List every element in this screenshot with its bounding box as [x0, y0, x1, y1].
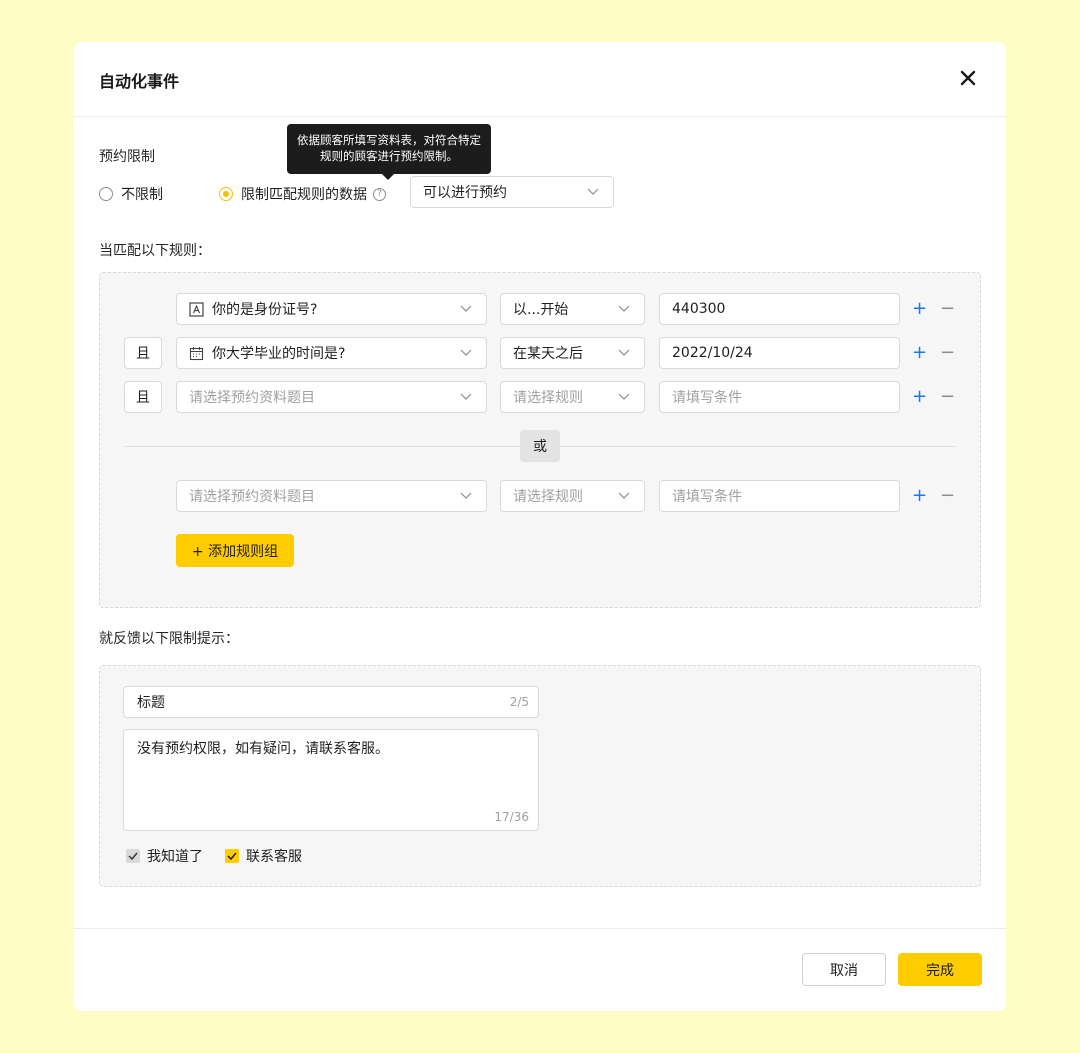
or-connector[interactable]: 或	[520, 430, 560, 462]
question-select-group2[interactable]: 请选择预约资料题目	[176, 480, 487, 512]
chevron-down-icon	[618, 393, 630, 400]
help-tooltip: 依据顾客所填写资料表，对符合特定规则的顾客进行预约限制。	[287, 124, 491, 180]
question-value-1: 你的是身份证号?	[212, 302, 318, 318]
rules-label: 当匹配以下规则：	[99, 243, 211, 259]
add-row-button[interactable]: +	[912, 388, 927, 406]
condition-placeholder-group2: 请填写条件	[672, 489, 742, 505]
condition-value-2: 2022/10/24	[672, 345, 753, 361]
checkbox-i-know-label: 我知道了	[147, 849, 203, 865]
feedback-buttons-options: 我知道了 联系客服	[126, 846, 324, 866]
add-row-button[interactable]: +	[912, 344, 927, 362]
rule-placeholder-group2: 请选择规则	[513, 489, 583, 505]
rule-select-1[interactable]: 以...开始	[500, 293, 645, 325]
condition-input-1[interactable]: 440300	[659, 293, 900, 325]
radio-unlimited[interactable]: 不限制	[99, 184, 163, 204]
question-select-3[interactable]: 请选择预约资料题目	[176, 381, 487, 413]
checkmark-icon	[227, 852, 237, 860]
feedback-title-input[interactable]: 标题 2/5	[123, 686, 539, 718]
rule-value-1: 以...开始	[513, 302, 569, 318]
add-row-button[interactable]: +	[912, 300, 927, 318]
feedback-message-value: 没有预约权限，如有疑问，请联系客服。	[137, 741, 389, 757]
checkbox-contact-service[interactable]: 联系客服	[225, 846, 302, 866]
chevron-down-icon	[460, 349, 472, 356]
chevron-down-icon	[618, 492, 630, 499]
done-button[interactable]: 完成	[898, 953, 982, 986]
rule-value-2: 在某天之后	[513, 346, 583, 362]
and-connector[interactable]: 且	[124, 337, 162, 369]
condition-value-1: 440300	[672, 301, 726, 317]
feedback-title-value: 标题	[137, 695, 165, 711]
chevron-down-icon	[460, 492, 472, 499]
close-icon[interactable]	[956, 66, 980, 90]
add-rule-group-button[interactable]: + 添加规则组	[176, 534, 294, 567]
rule-select-group2[interactable]: 请选择规则	[500, 480, 645, 512]
rule-select-3[interactable]: 请选择规则	[500, 381, 645, 413]
checkbox-contact-service-box[interactable]	[225, 849, 239, 863]
booking-action-value: 可以进行预约	[423, 185, 507, 201]
chevron-down-icon	[460, 305, 472, 312]
remove-row-button[interactable]: −	[940, 300, 955, 318]
rule-placeholder-3: 请选择规则	[513, 390, 583, 406]
chevron-down-icon	[460, 393, 472, 400]
condition-input-2[interactable]: 2022/10/24	[659, 337, 900, 369]
condition-input-3[interactable]: 请填写条件	[659, 381, 900, 413]
dialog-title: 自动化事件	[99, 72, 180, 91]
message-char-counter: 17/36	[494, 810, 529, 824]
radio-unlimited-circle[interactable]	[99, 187, 113, 201]
checkbox-contact-service-label: 联系客服	[246, 849, 302, 865]
question-select-2[interactable]: 你大学毕业的时间是?	[176, 337, 487, 369]
feedback-message-textarea[interactable]: 没有预约权限，如有疑问，请联系客服。 17/36	[123, 729, 539, 831]
radio-unlimited-label: 不限制	[121, 187, 163, 203]
checkbox-i-know[interactable]: 我知道了	[126, 846, 203, 866]
help-icon[interactable]: ?	[373, 187, 386, 201]
checkmark-icon	[128, 852, 138, 860]
chevron-down-icon	[587, 188, 599, 195]
booking-limit-label: 预约限制	[99, 149, 155, 165]
radio-limit-label: 限制匹配规则的数据	[241, 187, 367, 203]
booking-limit-radio-group: 不限制 限制匹配规则的数据 ?	[99, 184, 386, 204]
question-placeholder-3: 请选择预约资料题目	[189, 390, 315, 406]
calendar-icon	[189, 346, 204, 360]
remove-row-button[interactable]: −	[940, 487, 955, 505]
condition-placeholder-3: 请填写条件	[672, 390, 742, 406]
rule-select-2[interactable]: 在某天之后	[500, 337, 645, 369]
condition-input-group2[interactable]: 请填写条件	[659, 480, 900, 512]
radio-limit-circle[interactable]	[219, 187, 233, 201]
chevron-down-icon	[618, 305, 630, 312]
footer-divider	[74, 928, 1006, 929]
question-value-2: 你大学毕业的时间是?	[212, 346, 346, 362]
add-row-button[interactable]: +	[912, 487, 927, 505]
text-field-icon	[189, 301, 204, 317]
automation-event-dialog: 自动化事件 预约限制 依据顾客所填写资料表，对符合特定规则的顾客进行预约限制。 …	[74, 42, 1006, 1011]
chevron-down-icon	[618, 349, 630, 356]
question-placeholder-group2: 请选择预约资料题目	[189, 489, 315, 505]
feedback-label: 就反馈以下限制提示：	[99, 631, 239, 647]
checkbox-i-know-box[interactable]	[126, 849, 140, 863]
dialog-header: 自动化事件	[74, 42, 1006, 117]
radio-limit-matching[interactable]: 限制匹配规则的数据 ?	[219, 184, 386, 204]
remove-row-button[interactable]: −	[940, 344, 955, 362]
and-connector[interactable]: 且	[124, 381, 162, 413]
booking-action-select[interactable]: 可以进行预约	[410, 176, 614, 208]
question-select-1[interactable]: 你的是身份证号?	[176, 293, 487, 325]
cancel-button[interactable]: 取消	[802, 953, 886, 986]
title-char-counter: 2/5	[509, 695, 529, 709]
remove-row-button[interactable]: −	[940, 388, 955, 406]
